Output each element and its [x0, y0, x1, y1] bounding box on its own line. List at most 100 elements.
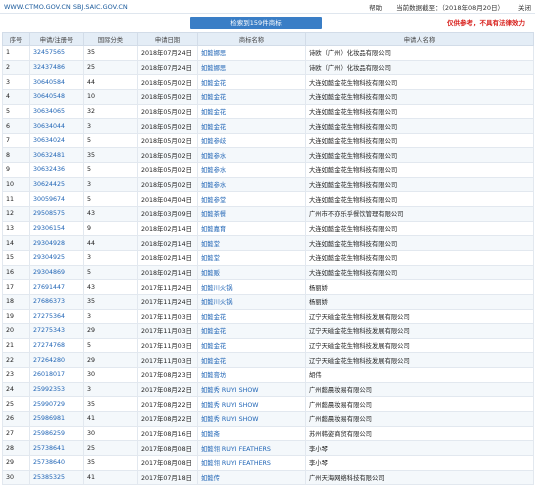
reg-number-link[interactable]: 30059674: [29, 191, 84, 208]
reg-number-link[interactable]: 29508575: [29, 206, 84, 222]
trademark-name-link[interactable]: 如懿参水: [197, 176, 306, 193]
reg-number-link[interactable]: 30640548: [29, 88, 84, 105]
table-row[interactable]: 4 30640548 10 2018年05月02日 如懿金花 大连如懿金花生物科技有限公司: [2, 88, 534, 105]
table-row[interactable]: 3 30640584 44 2018年05月02日 如懿金花 大连如懿金花生物科技有限公司: [2, 74, 534, 90]
trademark-name-link[interactable]: 如懿翎 RUYI FEATHERS: [197, 454, 306, 471]
trademark-name-link[interactable]: 如懿金花: [197, 308, 306, 325]
table-row[interactable]: 1 32457565 35 2018年07月24日 如懿娜思 诗欧（广州）化妆品有限公司: [2, 45, 534, 61]
trademark-name-link[interactable]: 如懿川火锅: [197, 279, 306, 295]
reg-number-link[interactable]: 25986259: [29, 425, 84, 442]
trademark-name-link[interactable]: 如懿参歧: [197, 132, 306, 149]
trademark-name-link[interactable]: 如懿参堂: [197, 191, 306, 208]
table-row[interactable]: 19 27275364 3 2017年11月03日 如懿金花 辽宁天磁金花生物科技发展有限…: [2, 308, 534, 325]
reg-number-link[interactable]: 27275364: [29, 308, 84, 325]
table-row[interactable]: 27 25986259 30 2017年08月16日 如懿斋 苏州韩姿商贸有限公司: [2, 425, 534, 442]
trademark-name-link[interactable]: 如懿茶餐: [197, 206, 306, 222]
help-link[interactable]: 帮助: [369, 2, 382, 12]
table-row[interactable]: 12 29508575 43 2018年03月09日 如懿茶餐 广州市不亦乐乎餐饮管理有限…: [2, 206, 534, 222]
reg-number-link[interactable]: 27274768: [29, 337, 84, 354]
trademark-name-link[interactable]: 如懿堂: [197, 235, 306, 251]
reg-number-link[interactable]: 25738640: [29, 454, 84, 471]
reg-number-link[interactable]: 25738641: [29, 440, 84, 456]
reg-number-link[interactable]: 25992353: [29, 381, 84, 398]
trademark-name-link[interactable]: 如懿金花: [197, 103, 306, 120]
reg-number-link[interactable]: 26018017: [29, 367, 84, 383]
reg-number-link[interactable]: 29304928: [29, 235, 84, 251]
table-row[interactable]: 10 30624425 3 2018年05月02日 如懿参水 大连如懿金花生物科技有限公司: [2, 176, 534, 193]
reg-number-link[interactable]: 32457565: [29, 45, 84, 61]
table-row[interactable]: 5 30634065 32 2018年05月02日 如懿金花 大连如懿金花生物科技有限公司: [2, 103, 534, 120]
trademark-name-link[interactable]: 如懿川火锅: [197, 293, 306, 310]
reg-number-link[interactable]: 29304925: [29, 249, 84, 266]
trademark-name-link[interactable]: 如懿娜思: [197, 45, 306, 61]
reg-number-link[interactable]: 29306154: [29, 220, 84, 237]
trademark-name-link[interactable]: 如懿秀 RUYI SHOW: [197, 411, 306, 427]
table-row[interactable]: 14 29304928 44 2018年02月14日 如懿堂 大连如懿金花生物科技有限公司: [2, 235, 534, 251]
reg-number-link[interactable]: 30632436: [29, 162, 84, 178]
reg-number-link[interactable]: 29304869: [29, 264, 84, 281]
table-row[interactable]: 24 25992353 3 2017年08月22日 如懿秀 RUYI SHOW 广州懿晨妆…: [2, 381, 534, 398]
result-count-button[interactable]: 检索到159件商标: [190, 17, 322, 29]
table-row[interactable]: 15 29304925 3 2018年02月14日 如懿堂 大连如懿金花生物科技有限公司: [2, 249, 534, 266]
reg-number-link[interactable]: 27686373: [29, 293, 84, 310]
table-row[interactable]: 30 25385325 41 2017年07月18日 如懿传 广州天海网络科技有限公司: [2, 469, 534, 486]
close-link[interactable]: 关闭: [518, 2, 531, 12]
header-trademark-name[interactable]: 商标名称: [197, 32, 306, 46]
reg-number-link[interactable]: 30634024: [29, 132, 84, 149]
header-index[interactable]: 序号: [2, 32, 30, 46]
header-applicant[interactable]: 申请人名称: [305, 32, 534, 46]
table-row[interactable]: 7 30634024 5 2018年05月02日 如懿参歧 大连如懿金花生物科技有限公司: [2, 132, 534, 149]
table-row[interactable]: 25 25990729 35 2017年08月22日 如懿秀 RUYI SHOW 广州懿晨…: [2, 396, 534, 413]
trademark-name-link[interactable]: 如懿翎 RUYI FEATHERS: [197, 440, 306, 456]
trademark-name-link[interactable]: 如懿参水: [197, 162, 306, 178]
table-row[interactable]: 29 25738640 35 2017年08月08日 如懿翎 RUYI FEATHERS…: [2, 454, 534, 471]
reg-number-link[interactable]: 30624425: [29, 176, 84, 193]
reg-number-link[interactable]: 25986981: [29, 411, 84, 427]
trademark-name-link[interactable]: 如懿金花: [197, 352, 306, 369]
trademark-name-link[interactable]: 如懿参水: [197, 147, 306, 164]
trademark-name-link[interactable]: 如懿金花: [197, 88, 306, 105]
trademark-name-link[interactable]: 如懿嘉育: [197, 220, 306, 237]
reg-number-link[interactable]: 32437486: [29, 59, 84, 76]
trademark-name-link[interactable]: 如懿金花: [197, 337, 306, 354]
header-class[interactable]: 国际分类: [83, 32, 138, 46]
header-reg-number[interactable]: 申请/注册号: [29, 32, 84, 46]
reg-number-link[interactable]: 30640584: [29, 74, 84, 90]
header-date[interactable]: 申请日期: [137, 32, 198, 46]
reg-number-link[interactable]: 27264280: [29, 352, 84, 369]
table-row[interactable]: 11 30059674 5 2018年04月04日 如懿参堂 大连如懿金花生物科技有限公司: [2, 191, 534, 208]
trademark-name-link[interactable]: 如懿金花: [197, 323, 306, 339]
table-row[interactable]: 13 29306154 9 2018年02月14日 如懿嘉育 大连如懿金花生物科技有限公司: [2, 220, 534, 237]
table-row[interactable]: 9 30632436 5 2018年05月02日 如懿参水 大连如懿金花生物科技有限公司: [2, 162, 534, 178]
trademark-name-link[interactable]: 如懿金花: [197, 74, 306, 90]
table-row[interactable]: 20 27275343 29 2017年11月03日 如懿金花 辽宁天磁金花生物科技发展有…: [2, 323, 534, 339]
table-row[interactable]: 22 27264280 29 2017年11月03日 如懿金花 辽宁天磁金花生物科技发展有…: [2, 352, 534, 369]
trademark-name-link[interactable]: 如懿贩: [197, 264, 306, 281]
trademark-name-link[interactable]: 如懿膏坊: [197, 367, 306, 383]
site-url[interactable]: WWW.CTMO.GOV.CN SBJ.SAIC.GOV.CN: [4, 3, 128, 11]
trademark-name-link[interactable]: 如懿斋: [197, 425, 306, 442]
table-row[interactable]: 8 30632481 35 2018年05月02日 如懿参水 大连如懿金花生物科技有限公司: [2, 147, 534, 164]
reg-number-link[interactable]: 25990729: [29, 396, 84, 413]
reg-number-link[interactable]: 27691447: [29, 279, 84, 295]
table-row[interactable]: 18 27686373 35 2017年11月24日 如懿川火锅 杨丽娇: [2, 293, 534, 310]
reg-number-link[interactable]: 30632481: [29, 147, 84, 164]
table-row[interactable]: 16 29304869 5 2018年02月14日 如懿贩 大连如懿金花生物科技有限公司: [2, 264, 534, 281]
reg-number-link[interactable]: 25385325: [29, 469, 84, 486]
trademark-name-link[interactable]: 如懿金花: [197, 118, 306, 134]
table-row[interactable]: 23 26018017 30 2017年08月23日 如懿膏坊 胡伟: [2, 367, 534, 383]
table-row[interactable]: 26 25986981 41 2017年08月22日 如懿秀 RUYI SHOW 广州懿晨…: [2, 411, 534, 427]
trademark-name-link[interactable]: 如懿娜思: [197, 59, 306, 76]
table-row[interactable]: 2 32437486 25 2018年07月24日 如懿娜思 诗欧（广州）化妆品有限公司: [2, 59, 534, 76]
table-row[interactable]: 17 27691447 43 2017年11月24日 如懿川火锅 杨丽娇: [2, 279, 534, 295]
trademark-name-link[interactable]: 如懿秀 RUYI SHOW: [197, 396, 306, 413]
trademark-name-link[interactable]: 如懿传: [197, 469, 306, 486]
trademark-name-link[interactable]: 如懿秀 RUYI SHOW: [197, 381, 306, 398]
table-row[interactable]: 21 27274768 5 2017年11月03日 如懿金花 辽宁天磁金花生物科技发展有限…: [2, 337, 534, 354]
reg-number-link[interactable]: 27275343: [29, 323, 84, 339]
trademark-name-link[interactable]: 如懿堂: [197, 249, 306, 266]
table-row[interactable]: 28 25738641 25 2017年08月08日 如懿翎 RUYI FEATHERS…: [2, 440, 534, 456]
reg-number-link[interactable]: 30634044: [29, 118, 84, 134]
table-row[interactable]: 6 30634044 3 2018年05月02日 如懿金花 大连如懿金花生物科技有限公司: [2, 118, 534, 134]
reg-number-link[interactable]: 30634065: [29, 103, 84, 120]
